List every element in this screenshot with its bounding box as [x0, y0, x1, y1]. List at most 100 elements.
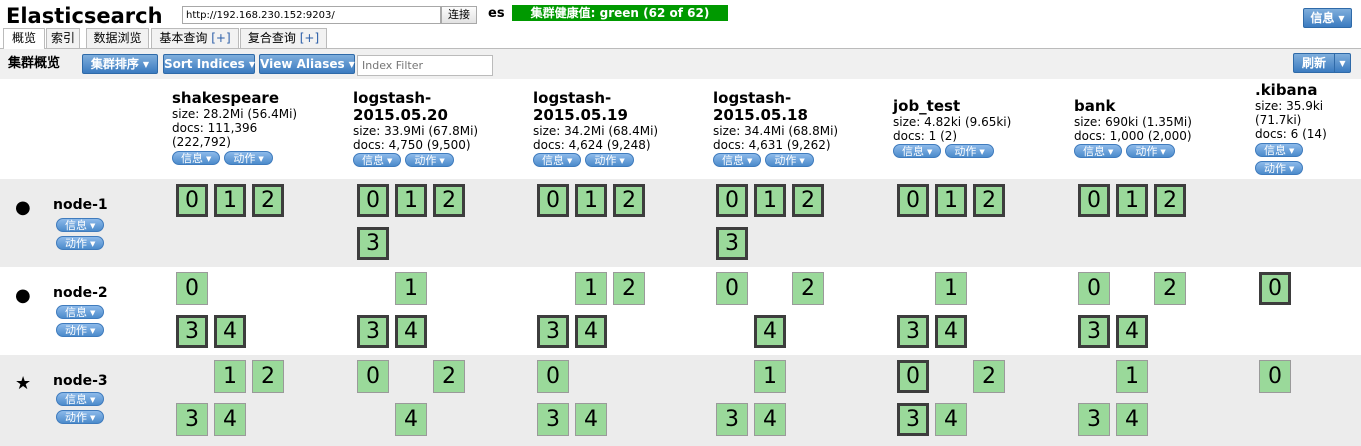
shard-replica[interactable]: 4 [395, 403, 427, 436]
index-action-button[interactable]: 动作 ▼ [1255, 161, 1304, 175]
shard-primary[interactable]: 0 [716, 184, 748, 217]
shard-replica[interactable]: 1 [754, 360, 786, 393]
shard-replica[interactable]: 1 [395, 272, 427, 305]
index-info-button[interactable]: 信息 ▼ [533, 153, 582, 167]
shard-primary[interactable]: 0 [897, 184, 929, 217]
shard-primary[interactable]: 4 [214, 315, 246, 348]
shard-primary[interactable]: 0 [1259, 272, 1291, 305]
index-info-button[interactable]: 信息 ▼ [1255, 143, 1304, 157]
shard-replica[interactable]: 1 [214, 360, 246, 393]
node-info-button[interactable]: 信息 ▼ [56, 305, 105, 319]
shard-primary[interactable]: 0 [176, 184, 208, 217]
shard-primary[interactable]: 2 [613, 184, 645, 217]
shard-replica[interactable]: 1 [575, 272, 607, 305]
shard-primary[interactable]: 2 [252, 184, 284, 217]
shard-primary[interactable]: 3 [357, 315, 389, 348]
shard-replica[interactable]: 4 [214, 403, 246, 436]
shard-primary[interactable]: 1 [935, 184, 967, 217]
index-action-button[interactable]: 动作 ▼ [1126, 144, 1175, 158]
shard-primary[interactable]: 3 [716, 227, 748, 260]
shard-replica[interactable]: 2 [1154, 272, 1186, 305]
node-action-button[interactable]: 动作 ▼ [56, 323, 105, 337]
shard-primary[interactable]: 0 [897, 360, 929, 393]
shard-primary[interactable]: 3 [897, 315, 929, 348]
shard-primary[interactable]: 3 [537, 315, 569, 348]
shard-replica[interactable]: 4 [754, 403, 786, 436]
shard-replica[interactable]: 3 [176, 403, 208, 436]
shard-primary[interactable]: 3 [357, 227, 389, 260]
cluster-health-badge: 集群健康值: green (62 of 62) [512, 5, 728, 21]
shard-replica[interactable]: 1 [1116, 360, 1148, 393]
shard-primary[interactable]: 1 [395, 184, 427, 217]
index-info-button[interactable]: 信息 ▼ [893, 144, 942, 158]
cluster-url-input[interactable] [182, 6, 441, 24]
shard-primary[interactable]: 4 [1116, 315, 1148, 348]
shard-primary[interactable]: 1 [575, 184, 607, 217]
node-action-button[interactable]: 动作 ▼ [56, 236, 105, 250]
shard-primary[interactable]: 3 [897, 403, 929, 436]
index-info-button[interactable]: 信息 ▼ [713, 153, 762, 167]
shard-replica[interactable]: 3 [1078, 403, 1110, 436]
index-info-button[interactable]: 信息 ▼ [1074, 144, 1123, 158]
tab-overview[interactable]: 概览 [3, 28, 45, 49]
shard-primary[interactable]: 4 [395, 315, 427, 348]
shard-primary[interactable]: 3 [176, 315, 208, 348]
sort-cluster-button[interactable]: 集群排序 ▼ [82, 54, 158, 74]
shard-primary[interactable]: 0 [1078, 184, 1110, 217]
button-label: 信息 [65, 306, 87, 319]
node-info-button[interactable]: 信息 ▼ [56, 218, 105, 232]
shard-primary[interactable]: 4 [935, 315, 967, 348]
shard-replica[interactable]: 0 [176, 272, 208, 305]
shard-replica[interactable]: 4 [575, 403, 607, 436]
shard-primary[interactable]: 4 [575, 315, 607, 348]
shard-primary[interactable]: 2 [792, 184, 824, 217]
shard-replica[interactable]: 3 [537, 403, 569, 436]
refresh-menu-button[interactable]: ▼ [1334, 53, 1351, 73]
refresh-button[interactable]: 刷新 [1293, 53, 1335, 73]
info-menu-button[interactable]: 信息 ▼ [1303, 8, 1352, 28]
index-name: logstash- [533, 89, 612, 107]
shard-replica[interactable]: 0 [537, 360, 569, 393]
connect-button[interactable]: 连接 [441, 6, 477, 24]
shard-primary[interactable]: 2 [1154, 184, 1186, 217]
tab-indices[interactable]: 索引 [46, 28, 80, 48]
shard-primary[interactable]: 2 [973, 184, 1005, 217]
shard-replica[interactable]: 0 [1078, 272, 1110, 305]
index-action-button[interactable]: 动作 ▼ [224, 151, 273, 165]
tab-compound-query[interactable]: 复合查询 [+] [240, 28, 327, 48]
shard-replica[interactable]: 2 [433, 360, 465, 393]
shard-replica[interactable]: 4 [1116, 403, 1148, 436]
shard-primary[interactable]: 1 [214, 184, 246, 217]
tab-browser[interactable]: 数据浏览 [86, 28, 149, 48]
view-aliases-button[interactable]: View Aliases ▼ [259, 54, 355, 74]
shard-replica[interactable]: 0 [716, 272, 748, 305]
index-action-button[interactable]: 动作 ▼ [585, 153, 634, 167]
shard-replica[interactable]: 2 [973, 360, 1005, 393]
shard-primary[interactable]: 4 [754, 315, 786, 348]
index-action-button[interactable]: 动作 ▼ [765, 153, 814, 167]
index-info-button[interactable]: 信息 ▼ [172, 151, 221, 165]
shard-primary[interactable]: 1 [754, 184, 786, 217]
shard-primary[interactable]: 0 [537, 184, 569, 217]
shard-replica[interactable]: 4 [935, 403, 967, 436]
node-action-button-wrap: 动作 ▼ [56, 410, 108, 424]
shard-replica[interactable]: 2 [252, 360, 284, 393]
shard-replica[interactable]: 2 [792, 272, 824, 305]
shard-primary[interactable]: 0 [357, 184, 389, 217]
shard-primary[interactable]: 1 [1116, 184, 1148, 217]
index-action-button[interactable]: 动作 ▼ [945, 144, 994, 158]
sort-indices-button[interactable]: Sort Indices ▼ [163, 54, 255, 74]
shard-replica[interactable]: 2 [613, 272, 645, 305]
shard-replica[interactable]: 0 [357, 360, 389, 393]
shard-primary[interactable]: 3 [1078, 315, 1110, 348]
shard-replica[interactable]: 3 [716, 403, 748, 436]
node-info-button[interactable]: 信息 ▼ [56, 392, 105, 406]
shard-replica[interactable]: 1 [935, 272, 967, 305]
shard-primary[interactable]: 2 [433, 184, 465, 217]
index-info-button[interactable]: 信息 ▼ [353, 153, 402, 167]
tab-basic-query[interactable]: 基本查询 [+] [151, 28, 239, 48]
node-action-button[interactable]: 动作 ▼ [56, 410, 105, 424]
shard-replica[interactable]: 0 [1259, 360, 1291, 393]
index-action-button[interactable]: 动作 ▼ [405, 153, 454, 167]
index-filter-input[interactable] [357, 55, 493, 76]
